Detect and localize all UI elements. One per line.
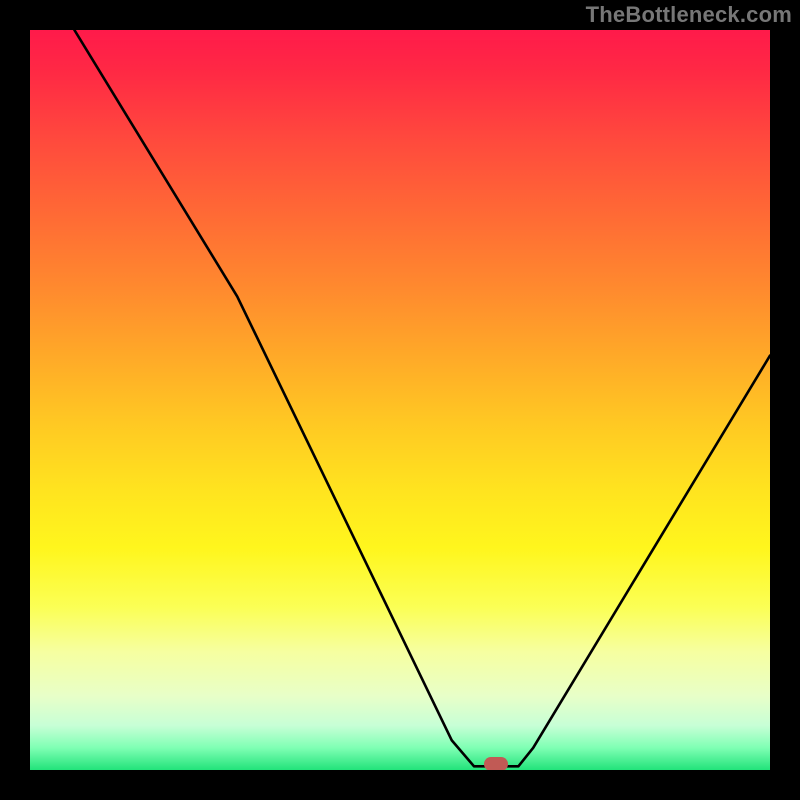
optimal-point-marker <box>484 757 508 770</box>
curve-path <box>74 30 770 766</box>
chart-frame: TheBottleneck.com <box>0 0 800 800</box>
bottleneck-curve <box>30 30 770 770</box>
plot-area <box>30 30 770 770</box>
watermark-text: TheBottleneck.com <box>586 2 792 28</box>
